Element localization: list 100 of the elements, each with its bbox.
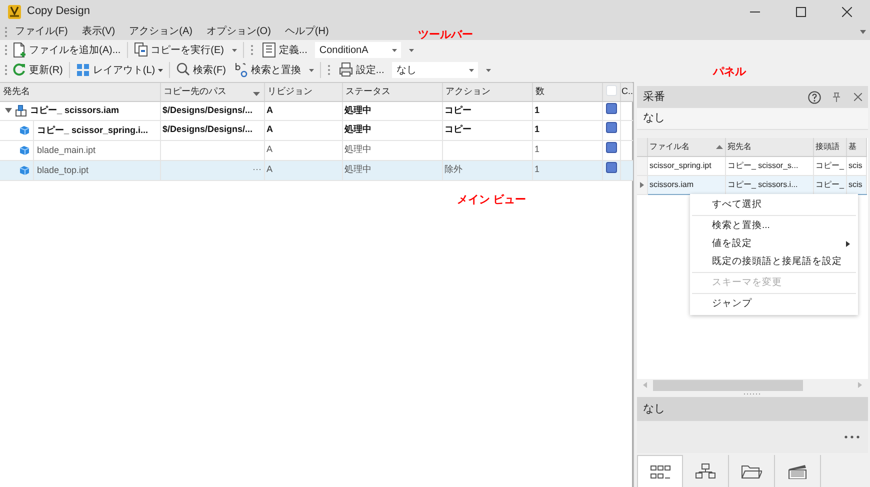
row-marker-icon: [640, 182, 644, 188]
part-icon: [19, 144, 30, 156]
file-add-icon: [12, 42, 26, 58]
filter-caret-icon: [252, 92, 260, 96]
header-checkbox[interactable]: [606, 85, 616, 96]
table-cell: 処理中: [342, 120, 442, 140]
annotation-label: ツールバー: [418, 28, 473, 43]
table-row[interactable]: コピー_ scissor_spring.i... $/Designs/Designs/... A 処理中 コピー 1: [0, 120, 633, 140]
table-row[interactable]: blade_top.ipt ··· A 処理中 除外 1: [0, 160, 633, 180]
grip-icon: [250, 44, 254, 56]
table-cell: コピー_ scissor_s...: [725, 156, 813, 175]
caret-icon[interactable]: [232, 48, 238, 52]
table-row[interactable]: scissor_spring.ipt コピー_ scissor_s... コピー_ scis: [637, 156, 866, 175]
menu-item[interactable]: 表示(V): [74, 24, 122, 39]
status-label: なし: [637, 397, 868, 421]
table-cell: A: [264, 120, 342, 140]
table-cell: コピー_: [813, 175, 846, 194]
table-cell: 1: [532, 160, 602, 180]
menu-item[interactable]: 既定の接頭語と接尾語を設定: [690, 253, 858, 271]
table-cell: 除外: [442, 160, 532, 180]
annotation-label: パネル: [713, 65, 746, 80]
menu-item[interactable]: ヘルプ(H): [278, 24, 336, 39]
table-row[interactable]: scissors.iam コピー_ scissors.i... コピー_ scis: [637, 175, 866, 194]
table-cell: A: [264, 140, 342, 160]
cell-text: コピー_ scissors.iam: [30, 104, 120, 117]
window-title: Copy Design: [27, 4, 91, 20]
table-cell: A: [264, 101, 342, 120]
cell-text: blade_top.ipt: [33, 160, 89, 179]
table-cell: コピー: [442, 120, 532, 140]
sort-ascending-icon: [716, 144, 722, 149]
refresh-icon: [12, 62, 26, 78]
list-icon: [262, 42, 276, 58]
table-cell: 1: [532, 101, 602, 120]
table-cell: コピー_ scissors.i...: [725, 175, 813, 194]
overflow-caret-icon[interactable]: [486, 68, 492, 72]
grip-icon: [4, 64, 8, 76]
menu-item[interactable]: 値を設定: [690, 235, 858, 253]
menu-item[interactable]: すべて選択: [690, 196, 858, 214]
close-icon[interactable]: [854, 93, 862, 101]
menu-item[interactable]: オプション(O): [199, 24, 278, 39]
toolbar-button[interactable]: レイアウト(L): [72, 61, 168, 79]
close-icon[interactable]: [842, 6, 852, 16]
overflow-caret-icon[interactable]: [860, 30, 866, 34]
toolbar-button[interactable]: 更新(R): [8, 61, 67, 79]
menu-item[interactable]: アクション(A): [122, 24, 200, 39]
grip-icon: [4, 26, 8, 38]
table-row[interactable]: blade_main.ipt A 処理中 1: [0, 140, 633, 160]
part-icon: [19, 124, 30, 136]
scrollbar-thumb[interactable]: [653, 380, 803, 390]
table-row[interactable]: コピー_ scissors.iam $/Designs/Designs/... A 処理中 コピー 1: [0, 101, 633, 120]
search-icon: [176, 62, 190, 78]
cell-text: blade_main.ipt: [33, 140, 96, 159]
pin-icon[interactable]: [833, 92, 840, 102]
table-cell: 1: [532, 140, 602, 160]
cell-text: コピー_ scissor_spring.i...: [33, 120, 148, 139]
caret-icon: [392, 48, 398, 52]
dropdown-field[interactable]: ConditionA: [315, 42, 402, 58]
caret-icon: [158, 68, 164, 72]
copy-icon: [134, 42, 148, 58]
browse-button[interactable]: ···: [252, 164, 262, 174]
table-cell: 1: [532, 120, 602, 140]
app-logo-icon: [8, 4, 21, 18]
maximize-icon[interactable]: [796, 6, 806, 16]
folder-icon: [741, 463, 762, 479]
help-icon[interactable]: [808, 90, 821, 104]
table-cell: 処理中: [342, 160, 442, 180]
menu-item[interactable]: 検索と置換...: [690, 217, 858, 235]
part-icon: [19, 164, 30, 176]
table-cell: A: [264, 160, 342, 180]
grip-icon: [4, 44, 8, 56]
panel-tab[interactable]: [637, 455, 683, 487]
hierarchy-icon: [695, 463, 716, 479]
grid-view-icon: [650, 464, 670, 480]
expand-caret-icon[interactable]: [5, 107, 12, 114]
dropdown-field[interactable]: なし: [392, 62, 478, 78]
table-cell: コピー_: [813, 156, 846, 175]
printer-icon: [338, 62, 353, 78]
table-cell: scissor_spring.ipt: [647, 156, 725, 175]
menu-item[interactable]: ジャンプ: [690, 295, 858, 313]
layout-icon: [76, 62, 90, 78]
grip-icon: [326, 64, 331, 76]
toolbar-button[interactable]: 設定...: [334, 61, 388, 79]
caret-icon[interactable]: [308, 68, 314, 72]
toolbar-button[interactable]: 検索と置換: [230, 61, 305, 79]
filter-label: なし: [637, 108, 868, 130]
toolbar-button[interactable]: ファイルを追加(A)...: [8, 41, 125, 59]
table-cell: コピー: [442, 101, 532, 120]
table-cell: 処理中: [342, 140, 442, 160]
toolbar-button[interactable]: 定義...: [258, 41, 312, 59]
table-cell: 処理中: [342, 101, 442, 120]
overflow-caret-icon[interactable]: [409, 48, 414, 52]
assembly-icon: [15, 104, 27, 116]
toolbar-button[interactable]: 検索(F): [172, 61, 230, 79]
menu-item[interactable]: ファイル(F): [8, 24, 75, 39]
table-cell: scis: [846, 156, 866, 175]
toolbar-button[interactable]: コピーを実行(E): [130, 41, 228, 59]
more-icon[interactable]: [844, 435, 860, 439]
table-cell: $/Designs/Designs/...: [160, 101, 264, 120]
table-cell: $/Designs/Designs/...: [160, 120, 264, 140]
replace-icon: [234, 62, 248, 78]
